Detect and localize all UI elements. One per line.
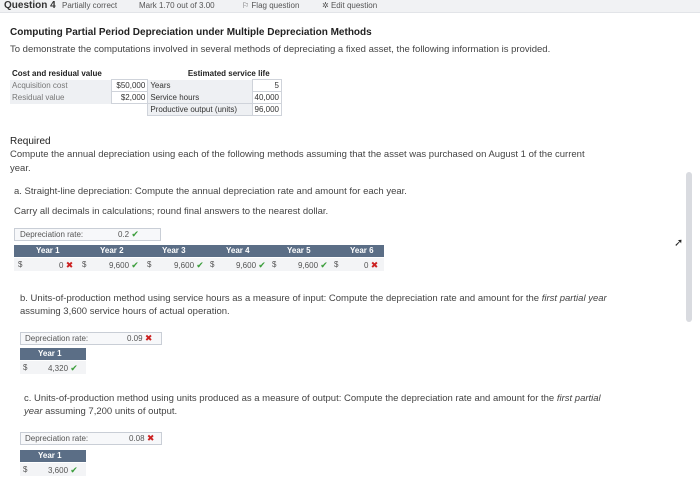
life-value: 5	[251, 79, 283, 92]
currency-symbol: $	[23, 363, 28, 372]
year-3-amount[interactable]: 9,600 ✔	[174, 260, 204, 271]
part-a-rate-value[interactable]: 0.2 ✔	[118, 229, 139, 240]
page-title: Computing Partial Period Depreciation un…	[10, 27, 372, 38]
year-header: Year 6	[350, 246, 374, 255]
edit-question-link[interactable]: ✲ Edit question	[322, 1, 377, 10]
currency-symbol: $	[82, 260, 87, 269]
cost-label	[10, 104, 111, 116]
cost-label: Acquisition cost	[10, 79, 112, 92]
part-c-values-row: $ 3,600 ✔	[20, 463, 86, 476]
part-b-year-1-amount[interactable]: 4,320 ✔	[48, 363, 78, 374]
currency-symbol: $	[23, 465, 28, 474]
intro-text: To demonstrate the computations involved…	[10, 44, 551, 55]
cost-header: Cost and residual value	[12, 69, 102, 78]
part-a-year-header: Year 1 Year 2 Year 3 Year 4 Year 5 Year …	[14, 245, 384, 257]
currency-symbol: $	[18, 260, 23, 269]
question-status: Partially correct	[62, 1, 118, 10]
currency-symbol: $	[210, 260, 215, 269]
part-a-instruction: a. Straight-line depreciation: Compute t…	[14, 186, 407, 197]
gear-icon: ✲	[322, 1, 329, 10]
part-b-instruction: b. Units-of-production method using serv…	[20, 293, 607, 317]
part-c-year-1-amount[interactable]: 3,600 ✔	[48, 465, 78, 476]
check-icon: ✔	[131, 260, 139, 270]
currency-symbol: $	[272, 260, 277, 269]
question-info-bar: Question 4 Partially correct Mark 1.70 o…	[0, 0, 700, 13]
question-mark: Mark 1.70 out of 3.00	[139, 1, 215, 10]
year-6-amount[interactable]: 0 ✖	[364, 260, 378, 271]
year-5-amount[interactable]: 9,600 ✔	[298, 260, 328, 271]
cost-table: Cost and residual value Estimated servic…	[10, 68, 283, 116]
part-a-note: Carry all decimals in calculations; roun…	[14, 206, 329, 217]
year-1-amount[interactable]: 0 ✖	[59, 260, 73, 271]
check-icon: ✔	[258, 260, 266, 270]
currency-symbol: $	[147, 260, 152, 269]
cross-icon: ✖	[370, 260, 379, 270]
life-label: Years	[147, 79, 253, 92]
part-a-rate-row: Depreciation rate:	[14, 228, 161, 241]
part-b-values-row: $ 4,320 ✔	[20, 361, 86, 374]
cost-amount: $2,000	[110, 91, 149, 104]
life-header: Estimated service life	[187, 69, 270, 78]
mouse-cursor-icon: ➚	[674, 237, 684, 249]
part-c-instruction: c. Units-of-production method using unit…	[24, 393, 601, 417]
year-header: Year 5	[287, 246, 311, 255]
required-heading: Required	[10, 136, 51, 147]
year-header: Year 2	[100, 246, 124, 255]
year-header: Year 1	[36, 246, 60, 255]
part-b-year-header: Year 1	[20, 348, 86, 360]
check-icon: ✔	[320, 260, 328, 270]
check-icon: ✔	[196, 260, 204, 270]
cross-icon: ✖	[146, 433, 155, 443]
required-text-cont: year.	[10, 163, 31, 174]
part-a-values-row: $ 0 ✖ $ 9,600 ✔ $ 9,600 ✔ $ 9,600 ✔ $ 9,…	[14, 258, 384, 271]
cross-icon: ✖	[144, 333, 153, 343]
year-header: Year 4	[226, 246, 250, 255]
cost-amount	[111, 104, 148, 116]
year-4-amount[interactable]: 9,600 ✔	[236, 260, 266, 271]
year-header: Year 1	[38, 349, 62, 358]
cost-amount: $50,000	[110, 79, 149, 92]
rate-label: Depreciation rate:	[25, 334, 89, 343]
cost-label: Residual value	[10, 91, 112, 104]
life-value: 40,000	[251, 91, 283, 104]
currency-symbol: $	[334, 260, 339, 269]
vertical-scrollbar[interactable]	[686, 172, 692, 322]
year-header: Year 1	[38, 451, 62, 460]
part-c-year-header: Year 1	[20, 450, 86, 462]
part-b-rate-value[interactable]: 0.09 ✖	[127, 333, 152, 344]
check-icon: ✔	[70, 465, 78, 475]
rate-label: Depreciation rate:	[20, 230, 84, 239]
required-text: Compute the annual depreciation using ea…	[10, 149, 585, 160]
flag-question-link[interactable]: ⚐ Flag question	[242, 1, 299, 10]
flag-icon: ⚐	[242, 1, 250, 10]
life-label: Service hours	[147, 91, 253, 104]
rate-label: Depreciation rate:	[25, 434, 89, 443]
life-label: Productive output (units)	[147, 103, 253, 116]
year-2-amount[interactable]: 9,600 ✔	[109, 260, 139, 271]
part-c-rate-value[interactable]: 0.08 ✖	[129, 433, 154, 444]
life-value: 96,000	[251, 103, 283, 116]
check-icon: ✔	[70, 363, 78, 373]
year-header: Year 3	[162, 246, 186, 255]
check-icon: ✔	[131, 229, 139, 239]
question-number: Question 4	[4, 0, 56, 11]
cross-icon: ✖	[65, 260, 74, 270]
